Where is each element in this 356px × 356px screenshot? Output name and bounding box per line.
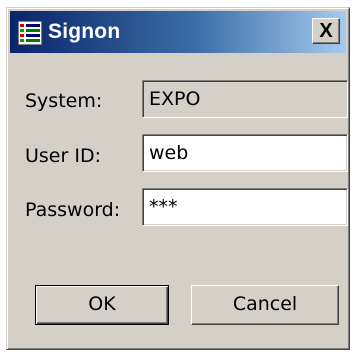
window-title: Signon [48,20,121,43]
user-id-input[interactable] [142,134,348,172]
title-bar[interactable]: Signon X [10,11,346,53]
user-id-label: User ID: [25,145,101,167]
system-field [142,80,348,118]
close-icon: X [319,20,333,42]
password-label: Password: [25,199,121,221]
close-button[interactable]: X [312,18,340,44]
signon-dialog: Signon X System: User ID: Password: OK C… [6,7,350,350]
cancel-button[interactable]: Cancel [191,285,339,325]
system-label: System: [25,90,103,112]
ok-button[interactable]: OK [35,285,169,325]
app-icon [18,21,42,45]
password-input[interactable] [142,188,348,226]
